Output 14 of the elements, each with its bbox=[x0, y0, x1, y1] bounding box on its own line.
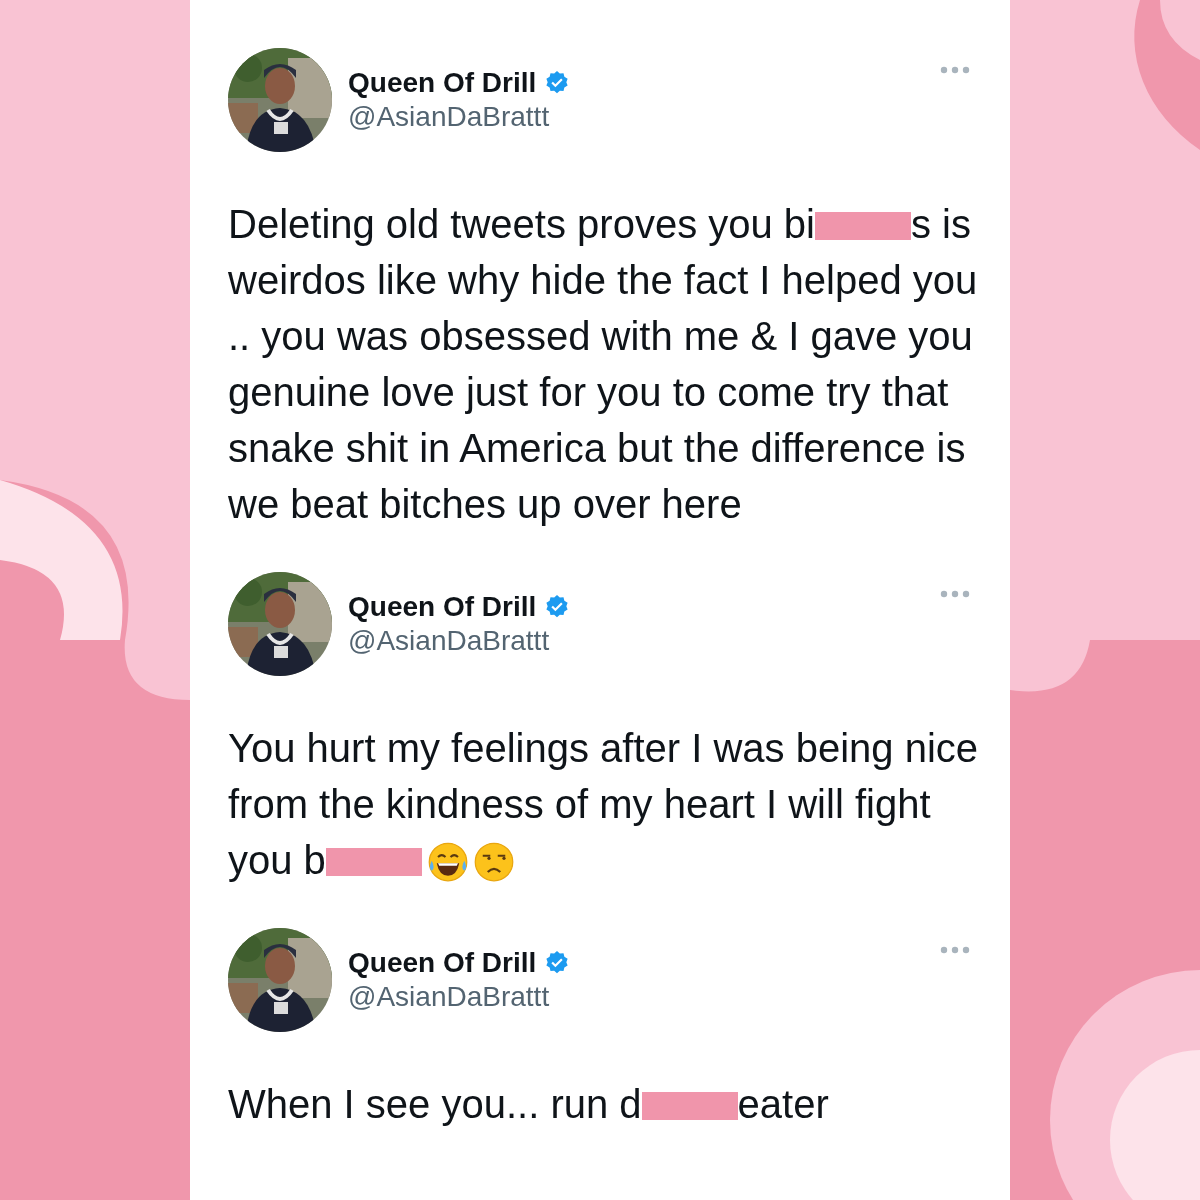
unamused-emoji-icon bbox=[473, 842, 514, 882]
laughing-emoji-icon bbox=[427, 842, 468, 882]
user-handle: @AsianDaBrattt bbox=[348, 980, 551, 1015]
more-options-icon[interactable] bbox=[940, 946, 970, 954]
more-options-icon[interactable] bbox=[940, 66, 970, 74]
tweet-text: You hurt my feelings after I was being nice from the kindness of my heart I will fight you b bbox=[228, 725, 980, 884]
display-name: Queen Of Drill bbox=[348, 945, 537, 980]
user-handle: @AsianDaBrattt bbox=[348, 100, 551, 135]
user-handle: @AsianDaBrattt bbox=[348, 624, 551, 659]
display-name: Queen Of Drill bbox=[348, 65, 537, 100]
more-options-icon[interactable] bbox=[940, 590, 970, 598]
tweet-text: When I see you... run d eater bbox=[228, 1081, 830, 1128]
tweet-text: Deleting old tweets proves you bi s is weirdos like why hide the fact I helped you .. you was obsessed with me & I gave you genuine love just for you to come try that snake shit in America but the difference is we beat bitches up over here bbox=[228, 201, 979, 528]
display-name: Queen Of Drill bbox=[348, 589, 537, 624]
